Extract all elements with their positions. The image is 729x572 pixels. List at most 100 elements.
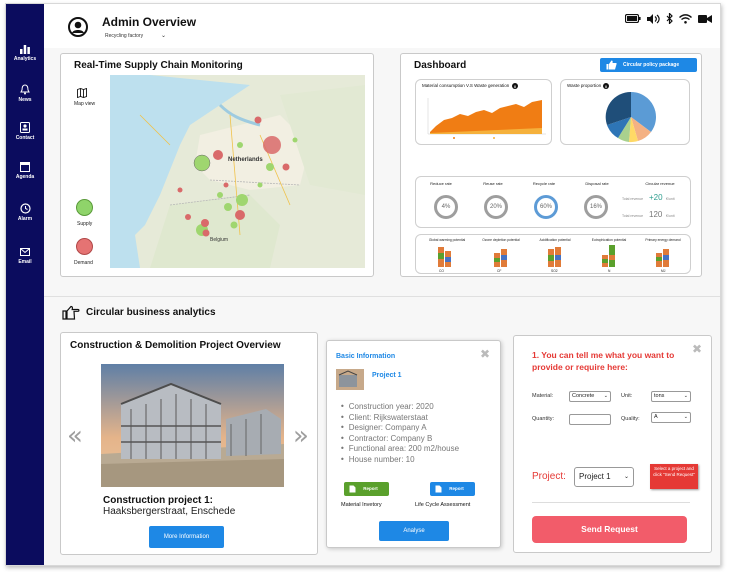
quality-select-value: A <box>654 414 658 420</box>
supply-legend-dot <box>76 199 93 216</box>
impact-title: Acidification potential <box>539 238 571 242</box>
sidebar-item-contact[interactable]: Contact <box>6 122 44 141</box>
list-item: Client: Rijkswaterstaat <box>340 413 459 424</box>
video-camera-icon <box>698 14 712 23</box>
quantity-input[interactable] <box>569 414 611 425</box>
sidebar: Analytics News Contact Agenda Alarm Emai… <box>6 4 44 565</box>
more-information-button[interactable]: More Information <box>149 526 224 548</box>
supply-chain-map[interactable]: Netherlands Belgium <box>110 75 365 268</box>
chevron-down-icon: ⌄ <box>683 414 688 420</box>
document-icon <box>349 485 356 493</box>
page-title: Admin Overview <box>102 15 197 29</box>
sidebar-item-alarm[interactable]: Alarm <box>6 203 44 222</box>
chevron-down-icon: ⌄ <box>160 33 166 39</box>
chevron-down-icon: ⌄ <box>683 393 688 399</box>
waste-pie <box>605 91 656 143</box>
quantity-label: Quantity: <box>532 416 555 422</box>
recycle-rate-label: Recycle rate <box>532 181 556 186</box>
revenue-row-label: Total revenue <box>622 214 644 218</box>
chevron-down-icon: ⌄ <box>603 393 608 399</box>
revenue-increase-value: +20 <box>649 193 663 202</box>
map-label-country-2: Belgium <box>210 237 229 243</box>
sidebar-item-agenda[interactable]: Agenda <box>6 161 44 180</box>
impact-unit: N <box>608 269 611 273</box>
sidebar-item-analytics[interactable]: Analytics <box>6 44 44 62</box>
recycle-rate-gauge: 60% <box>534 195 558 219</box>
impact-title: Global warming potential <box>428 238 466 242</box>
material-chart-title: Material consumption V.S Waste generatio… <box>422 83 510 88</box>
dashboard-panel: Dashboard Circular policy package Materi… <box>400 53 702 277</box>
material-area-chart <box>427 98 546 139</box>
factory-select[interactable]: Recycling factory ⌄ <box>102 31 168 42</box>
circular-revenue-label: Circular revenue <box>645 181 675 186</box>
sidebar-item-news[interactable]: News <box>6 84 44 103</box>
material-select[interactable]: Concrete ⌄ <box>569 391 611 402</box>
request-divider <box>532 502 690 503</box>
top-header: Admin Overview Recycling factory ⌄ <box>44 4 720 48</box>
factory-select-value: Recycling factory <box>105 33 144 39</box>
carousel-prev-arrow[interactable]: « <box>67 421 83 451</box>
close-icon[interactable]: ✖ <box>480 347 490 361</box>
dashboard-title: Dashboard <box>414 60 467 71</box>
info-icon[interactable] <box>603 83 609 89</box>
carousel-next-arrow[interactable]: » <box>293 421 309 451</box>
disposal-rate-gauge: 16% <box>584 195 608 219</box>
waste-chart-title: Waste proportion <box>567 83 602 88</box>
revenue-total-value: 120 <box>649 210 663 219</box>
impact-title: Eutrophication potential <box>591 238 627 242</box>
map-view-label: Map view <box>74 101 96 107</box>
basic-info-panel: Basic Information ✖ Project 1 Constructi… <box>326 340 501 548</box>
info-icon[interactable] <box>512 83 518 89</box>
request-heading: 1. You can tell me what you want to prov… <box>532 350 675 372</box>
calendar-icon <box>20 162 30 172</box>
analyse-button[interactable]: Analyse <box>379 521 449 541</box>
reuse-rate-label: Reuse rate <box>483 181 503 186</box>
close-icon[interactable]: ✖ <box>692 342 702 356</box>
project-name: Construction project 1: <box>103 495 214 506</box>
pointing-hand-icon <box>62 305 80 320</box>
chevron-down-icon: ⌄ <box>623 474 629 480</box>
unit-select[interactable]: tons ⌄ <box>651 391 691 402</box>
sidebar-item-label: Alarm <box>17 216 33 222</box>
sidebar-item-label: Contact <box>15 135 35 141</box>
impact-unit: CF <box>497 269 502 273</box>
material-select-value: Concrete <box>572 393 595 399</box>
supply-legend-label: Supply <box>77 221 93 227</box>
reduce-rate-gauge: 4% <box>434 195 458 219</box>
reuse-rate-gauge: 20% <box>484 195 508 219</box>
select-project-hint: Select a project and click "Send Request… <box>650 464 698 489</box>
demand-legend-label: Demand <box>74 260 93 266</box>
bell-icon <box>20 84 30 95</box>
envelope-icon <box>20 248 30 256</box>
battery-icon <box>625 14 641 23</box>
send-request-button[interactable]: Send Request <box>532 516 687 543</box>
material-label: Material: <box>532 393 554 399</box>
document-icon <box>435 485 442 493</box>
project-select-value: Project 1 <box>579 472 611 481</box>
unit-label: Unit: <box>621 393 633 399</box>
clock-icon <box>19 203 31 214</box>
list-item: Construction year: 2020 <box>340 402 459 413</box>
construction-thumb-image <box>336 369 364 390</box>
sidebar-item-label: Agenda <box>15 174 35 180</box>
project-select[interactable]: Project 1 ⌄ <box>574 467 634 487</box>
circular-business-title: Circular business analytics <box>86 307 216 318</box>
list-item: Functional area: 200 m2/house <box>340 444 459 455</box>
thumbs-up-icon <box>606 60 617 70</box>
map-icon[interactable] <box>77 88 87 98</box>
bluetooth-icon <box>666 13 673 24</box>
list-item: Designer: Company A <box>340 423 459 434</box>
user-avatar-icon[interactable] <box>68 17 88 37</box>
material-inventory-report-button[interactable]: Report <box>344 482 389 496</box>
lca-report-button[interactable]: Report <box>430 482 475 496</box>
project-title-link[interactable]: Project 1 <box>372 372 402 379</box>
impact-panel: Global warming potential Ozone depletion… <box>415 234 691 274</box>
project-photo <box>101 364 284 487</box>
quality-select[interactable]: A ⌄ <box>651 412 691 423</box>
wifi-icon <box>679 13 692 24</box>
sidebar-item-email[interactable]: Email <box>6 248 44 265</box>
circular-policy-button[interactable]: Circular policy package <box>600 58 697 72</box>
revenue-row-label: Total revenue <box>622 197 644 201</box>
project-overview-panel: Construction & Demolition Project Overvi… <box>60 332 318 555</box>
impact-unit: SO2 <box>551 269 558 273</box>
